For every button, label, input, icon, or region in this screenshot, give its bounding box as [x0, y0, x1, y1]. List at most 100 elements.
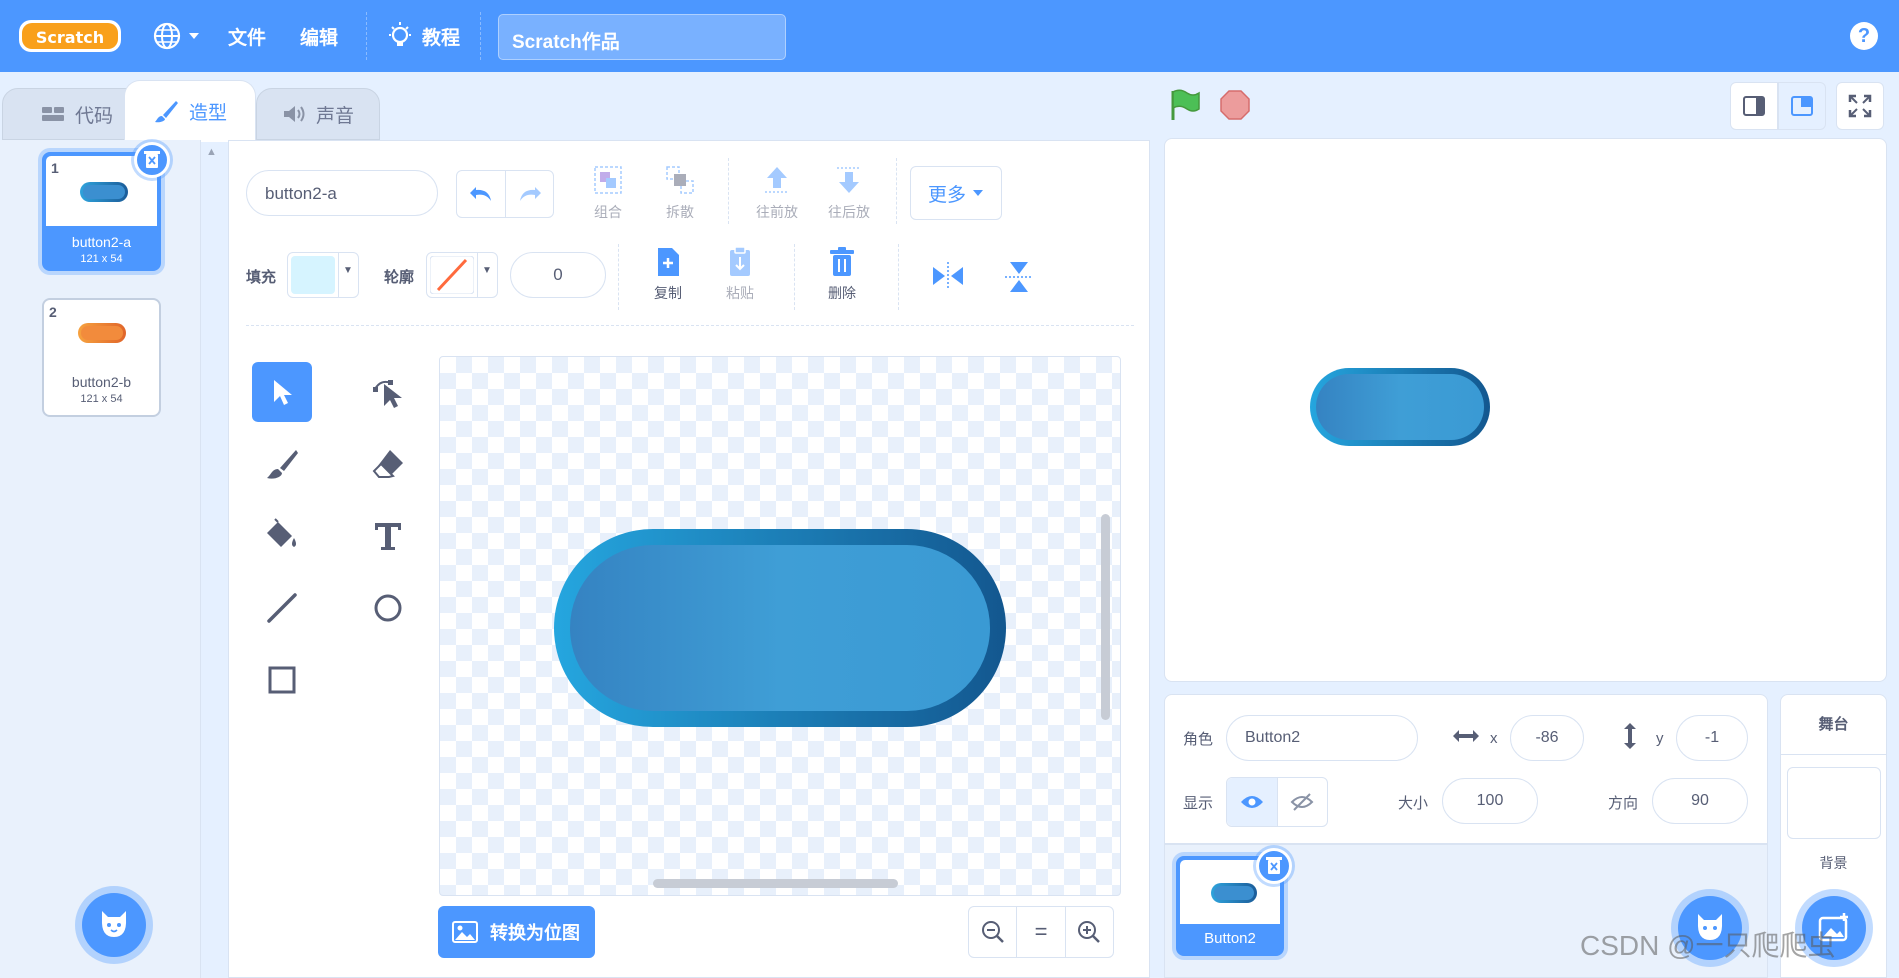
trash-icon [144, 151, 160, 168]
no-outline-swatch [430, 256, 474, 294]
button2-sprite[interactable] [1309, 367, 1491, 447]
convert-label: 转换为位图 [490, 923, 580, 943]
visibility-toggle [1226, 777, 1328, 827]
zoom-in-button[interactable] [1066, 907, 1113, 957]
paint-bucket-icon [267, 518, 296, 547]
sprite-label: 角色 [1183, 731, 1214, 748]
vertical-scrollbar[interactable] [1101, 514, 1110, 720]
tab-costumes[interactable]: 造型 [124, 80, 256, 142]
select-tool[interactable] [252, 362, 312, 422]
delete-button[interactable]: 删除 [822, 246, 862, 303]
undo-redo-group [456, 170, 554, 218]
size-input[interactable]: 100 [1442, 778, 1538, 824]
swatch-divider [477, 253, 478, 297]
brush-icon [267, 450, 298, 479]
fill-tool[interactable] [252, 506, 312, 566]
zoom-out-button[interactable] [969, 907, 1018, 957]
caret-down-icon: ▼ [482, 265, 492, 276]
forward-label: 往前放 [756, 204, 798, 220]
group-icon [594, 166, 622, 194]
backward-button[interactable]: 往后放 [824, 164, 874, 222]
scratch-logo[interactable]: Scratch [18, 18, 122, 54]
reshape-icon [373, 380, 402, 408]
green-flag-icon[interactable] [1168, 88, 1202, 122]
horizontal-scrollbar[interactable] [653, 879, 898, 888]
help-button[interactable]: ? [1850, 22, 1878, 50]
redo-button[interactable] [506, 171, 554, 217]
circle-tool[interactable] [358, 578, 418, 638]
forward-button[interactable]: 往前放 [752, 164, 802, 222]
outline-color-picker[interactable]: ▼ [426, 252, 498, 298]
fill-swatch [291, 256, 335, 294]
choose-costume-button[interactable] [82, 893, 146, 957]
eye-icon [1240, 796, 1263, 808]
hide-sprite-button[interactable] [1278, 778, 1328, 826]
outline-width-input[interactable]: 0 [510, 252, 606, 298]
stop-icon[interactable] [1218, 88, 1252, 122]
speaker-icon [283, 106, 305, 122]
language-menu[interactable] [152, 0, 200, 72]
toolbar-divider [794, 244, 795, 310]
flip-vertical-button[interactable] [1002, 260, 1036, 294]
backdrop-thumbnail [1787, 767, 1881, 839]
zoom-in-icon [1078, 921, 1101, 943]
project-title-input[interactable]: Scratch作品 [498, 14, 786, 60]
image-icon [452, 921, 478, 943]
zoom-reset-button[interactable]: = [1017, 907, 1066, 957]
flip-horizontal-icon [933, 262, 963, 290]
tab-costumes-label: 造型 [188, 103, 227, 124]
delete-label: 删除 [828, 285, 856, 301]
paste-label: 粘贴 [726, 285, 754, 301]
costume-name-input[interactable]: button2-a [246, 170, 438, 216]
lightbulb-icon [389, 22, 411, 46]
delete-costume-button[interactable] [134, 142, 170, 178]
y-input[interactable]: -1 [1676, 715, 1748, 761]
scroll-up-arrow[interactable]: ▲ [206, 146, 217, 158]
x-label: x [1490, 730, 1498, 747]
fullscreen-icon [1848, 94, 1872, 118]
brush-icon [154, 100, 178, 122]
eraser-tool[interactable] [358, 434, 418, 494]
more-dropdown[interactable]: 更多 [910, 166, 1002, 220]
sprite-name-input[interactable]: Button2 [1226, 715, 1418, 761]
show-sprite-button[interactable] [1227, 778, 1278, 826]
direction-input[interactable]: 90 [1652, 778, 1748, 824]
costume-item[interactable]: 2 button2-b 121 x 54 [42, 298, 161, 417]
paste-button[interactable]: 粘贴 [720, 246, 760, 303]
button-thumbnail-blue [80, 182, 128, 202]
stage-title: 舞台 [1781, 695, 1886, 755]
tab-sounds[interactable]: 声音 [256, 88, 380, 140]
flip-horizontal-button[interactable] [930, 262, 966, 290]
fullscreen-button[interactable] [1836, 82, 1884, 130]
globe-icon [153, 22, 181, 50]
reshape-tool[interactable] [358, 362, 418, 422]
more-label: 更多 [927, 184, 966, 206]
ungroup-button[interactable]: 拆散 [660, 164, 700, 222]
size-label: 大小 [1398, 795, 1429, 812]
delete-sprite-button[interactable] [1256, 848, 1292, 884]
rectangle-icon [268, 666, 296, 694]
button-costume-graphic[interactable] [440, 357, 1121, 896]
rectangle-tool[interactable] [252, 650, 312, 710]
edit-menu[interactable]: 编辑 [300, 0, 338, 72]
tutorials-menu[interactable]: 教程 [386, 0, 460, 72]
x-input[interactable]: -86 [1510, 715, 1584, 761]
convert-to-bitmap-button[interactable]: 转换为位图 [438, 906, 595, 958]
stage-canvas[interactable] [1164, 138, 1887, 682]
brush-tool[interactable] [252, 434, 312, 494]
normal-stage-button[interactable] [1778, 82, 1826, 130]
undo-button[interactable] [457, 171, 506, 217]
cat-plus-icon [101, 911, 127, 937]
text-tool[interactable] [358, 506, 418, 566]
small-stage-button[interactable] [1730, 82, 1778, 130]
tab-code-label: 代码 [74, 105, 113, 127]
fill-color-picker[interactable]: ▼ [287, 252, 359, 298]
group-button[interactable]: 组合 [588, 164, 628, 222]
file-menu[interactable]: 文件 [228, 0, 266, 72]
paint-canvas[interactable] [439, 356, 1121, 896]
show-label: 显示 [1183, 795, 1214, 812]
x-arrows-icon [1453, 730, 1479, 742]
line-tool[interactable] [252, 578, 312, 638]
copy-button[interactable]: 复制 [648, 246, 688, 303]
costume-number: 1 [51, 160, 59, 176]
